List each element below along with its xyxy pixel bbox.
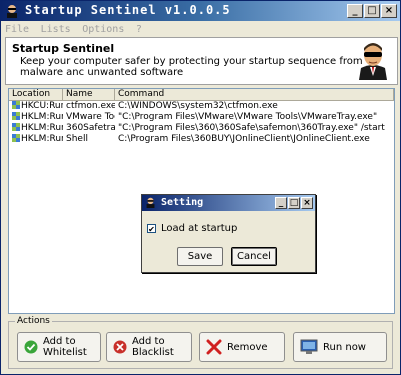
row-location: HKLM:Run [21, 134, 63, 144]
monitor-icon [300, 339, 318, 354]
remove-label: Remove [227, 341, 268, 353]
registry-icon [12, 134, 20, 142]
row-name: VMware Tools [66, 112, 115, 122]
row-command: C:\WINDOWS\system32\ctfmon.exe [118, 101, 278, 111]
registry-icon [12, 112, 20, 120]
run-now-label: Run now [323, 341, 366, 353]
agent-app-icon [146, 197, 155, 208]
menu-file[interactable]: File [1, 24, 33, 35]
list-item[interactable]: HKLM:Run VMware Tools "C:\Program Files\… [9, 112, 394, 123]
menu-help[interactable]: ? [132, 24, 146, 35]
menu-bar: File Lists Options ? [1, 22, 400, 36]
agent-app-icon [7, 5, 17, 18]
blacklist-label: Add to Blacklist [132, 336, 174, 358]
row-command: "C:\Program Files\360\360Safe\safemon\36… [118, 123, 385, 133]
run-now-button[interactable]: Run now [293, 332, 387, 362]
column-header-command[interactable]: Command [115, 89, 394, 100]
checkbox-label: Load at startup [161, 223, 238, 234]
row-location: HKLM:Run [21, 112, 63, 122]
whitelist-label: Add to Whitelist [43, 336, 87, 358]
dialog-maximize-button[interactable]: □ [288, 197, 300, 209]
row-location: HKCU:Run [21, 101, 63, 111]
block-icon [113, 340, 127, 354]
list-item[interactable]: HKLM:Run Shell C:\Program Files\360BUY\J… [9, 134, 394, 145]
registry-icon [12, 123, 20, 131]
row-command: "C:\Program Files\VMware\VMware Tools\VM… [118, 112, 378, 122]
list-item[interactable]: HKLM:Run 360Safetray "C:\Program Files\3… [9, 123, 394, 134]
row-name: 360Safetray [66, 123, 115, 133]
checkbox-checked-icon[interactable]: ✔ [147, 224, 156, 234]
dialog-close-button[interactable]: × [301, 197, 313, 209]
menu-lists[interactable]: Lists [37, 24, 75, 35]
cancel-button[interactable]: Cancel [231, 247, 277, 266]
delete-x-icon [206, 339, 222, 355]
list-header: Location Name Command [9, 89, 394, 101]
header-panel: Startup Sentinel Keep your computer safe… [5, 37, 398, 85]
add-to-blacklist-button[interactable]: Add to Blacklist [106, 332, 192, 362]
header-title: Startup Sentinel [12, 42, 115, 55]
window-title: Startup Sentinel v1.0.0.5 [25, 3, 231, 17]
dialog-minimize-button[interactable]: _ [275, 197, 287, 209]
list-item[interactable]: HKCU:Run ctfmon.exe C:\WINDOWS\system32\… [9, 101, 394, 112]
dialog-title: Setting [161, 197, 204, 208]
add-to-whitelist-button[interactable]: Add to Whitelist [17, 332, 101, 362]
menu-options[interactable]: Options [78, 24, 128, 35]
load-at-startup-checkbox[interactable]: ✔ Load at startup [147, 223, 237, 234]
remove-button[interactable]: Remove [199, 332, 285, 362]
setting-dialog: Setting _ □ × ✔ Load at startup Save Can… [141, 194, 316, 273]
column-header-location[interactable]: Location [9, 89, 63, 100]
dialog-title-bar[interactable]: Setting _ □ × [142, 195, 315, 211]
row-name: ctfmon.exe [66, 101, 115, 111]
row-command: C:\Program Files\360BUY\JOnlineClient\JO… [118, 134, 370, 144]
actions-group: Actions Add to Whitelist Add to Blacklis… [8, 316, 393, 369]
agent-logo-icon [359, 43, 387, 80]
save-button[interactable]: Save [177, 247, 223, 266]
maximize-button[interactable]: □ [364, 4, 380, 18]
actions-legend: Actions [15, 316, 52, 326]
close-button[interactable]: × [381, 4, 397, 18]
header-subtitle: Keep your computer safer by protecting y… [20, 56, 363, 78]
column-header-name[interactable]: Name [63, 89, 115, 100]
minimize-button[interactable]: _ [347, 4, 363, 18]
title-bar[interactable]: Startup Sentinel v1.0.0.5 _ □ × [1, 1, 400, 21]
main-window: Startup Sentinel v1.0.0.5 _ □ × File Lis… [0, 0, 401, 375]
row-name: Shell [66, 134, 88, 144]
check-icon [24, 340, 38, 354]
row-location: HKLM:Run [21, 123, 63, 133]
registry-icon [12, 101, 20, 109]
